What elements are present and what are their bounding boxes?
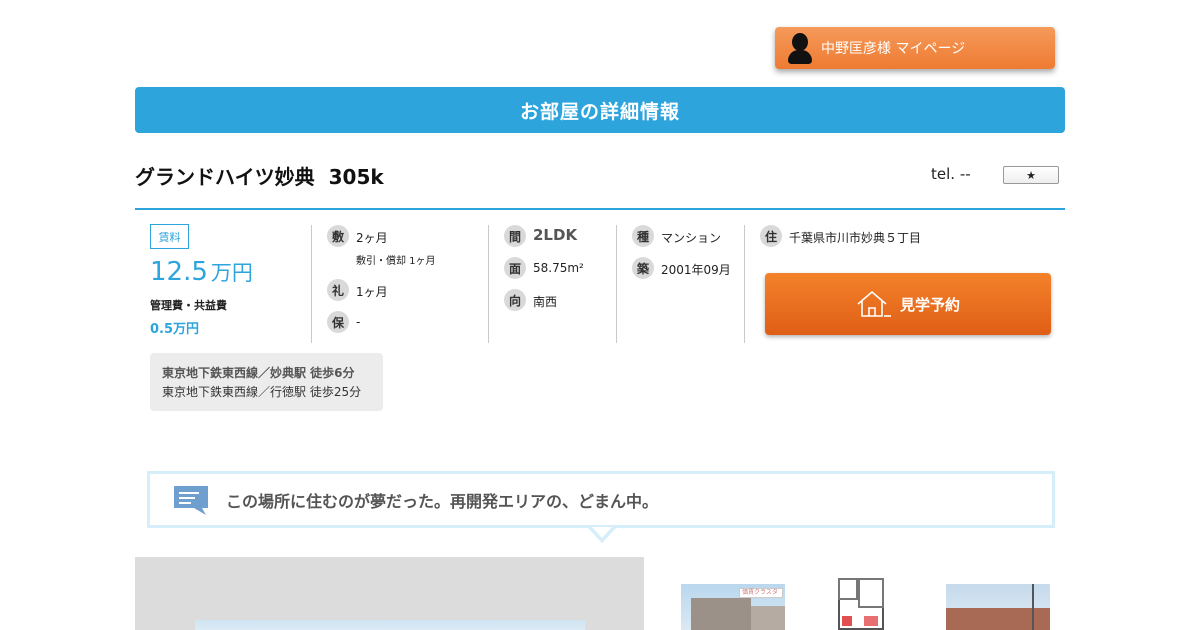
column-divider <box>616 225 617 343</box>
built-year-value: 2001年09月 <box>661 263 731 277</box>
hoshokin-icon: 保 <box>327 311 349 333</box>
column-divider <box>744 225 745 343</box>
building-type-value: マンション <box>661 231 722 245</box>
layout-value: 2LDK <box>533 226 578 244</box>
station-access-box: 東京地下鉄東西線／妙典駅 徒歩6分 東京地下鉄東西線／行徳駅 徒歩25分 <box>150 353 383 411</box>
shikikin-note: 敷引・償却 1ヶ月 <box>356 256 436 267</box>
speech-bubble-icon <box>174 485 208 515</box>
tel-number: tel. -- <box>931 165 971 183</box>
catch-copy-box: この場所に住むのが夢だった。再開発エリアの、どまん中。 <box>147 471 1055 528</box>
user-icon <box>785 30 815 66</box>
column-divider <box>488 225 489 343</box>
hoshokin-value: - <box>356 315 361 329</box>
rent-badge: 賃料 <box>150 224 189 249</box>
station-line-2: 東京地下鉄東西線／行徳駅 徒歩25分 <box>162 385 362 399</box>
thumbnail-street[interactable] <box>946 584 1050 630</box>
mypage-button[interactable]: 中野匡彦様 マイページ <box>775 27 1055 69</box>
thumbnail-sign: 価賃クラスター <box>739 588 783 604</box>
direction-icon: 向 <box>504 289 526 311</box>
property-title: グランドハイツ妙典 305k <box>135 161 384 190</box>
area-value: 58.75m² <box>533 261 584 275</box>
address-icon: 住 <box>760 225 782 247</box>
rent-unit: 万円 <box>210 261 253 285</box>
star-icon: ★ <box>1026 168 1036 182</box>
catch-copy-text: この場所に住むのが夢だった。再開発エリアの、どまん中。 <box>226 491 659 511</box>
title-divider <box>135 208 1065 210</box>
thumbnail-exterior[interactable]: 価賃クラスター <box>681 584 785 630</box>
management-fee-label: 管理費・共益費 <box>150 299 227 312</box>
rent-amount: 12.5 万円 <box>150 257 253 287</box>
station-line-1: 東京地下鉄東西線／妙典駅 徒歩6分 <box>162 366 355 380</box>
rent-number: 12.5 <box>150 257 208 287</box>
shikikin-value: 2ヶ月 <box>356 231 388 245</box>
reikin-value: 1ヶ月 <box>356 285 388 299</box>
management-fee-value: 0.5万円 <box>150 322 200 337</box>
layout-icon: 間 <box>504 225 526 247</box>
property-room: 305k <box>328 165 384 189</box>
main-photo-image <box>195 620 585 630</box>
thumbnail-floorplan[interactable] <box>834 576 888 630</box>
visit-reservation-label: 見学予約 <box>899 295 960 314</box>
property-name: グランドハイツ妙典 <box>135 165 315 189</box>
direction-value: 南西 <box>533 295 558 309</box>
shikikin-icon: 敷 <box>327 225 349 247</box>
built-year-icon: 築 <box>632 257 654 279</box>
favorite-button[interactable]: ★ <box>1003 166 1059 184</box>
visit-reservation-button[interactable]: 見学予約 <box>765 273 1051 335</box>
catch-copy-tail-inner <box>592 527 612 538</box>
main-photo[interactable] <box>135 557 644 630</box>
column-divider <box>311 225 312 343</box>
building-type-icon: 種 <box>632 225 654 247</box>
section-title-bar: お部屋の詳細情報 <box>135 87 1065 133</box>
house-icon <box>857 290 891 317</box>
reikin-icon: 礼 <box>327 279 349 301</box>
address-value: 千葉県市川市妙典５丁目 <box>789 231 922 245</box>
section-title: お部屋の詳細情報 <box>519 100 680 123</box>
mypage-label: 中野匡彦様 マイページ <box>821 41 966 57</box>
area-icon: 面 <box>504 257 526 279</box>
